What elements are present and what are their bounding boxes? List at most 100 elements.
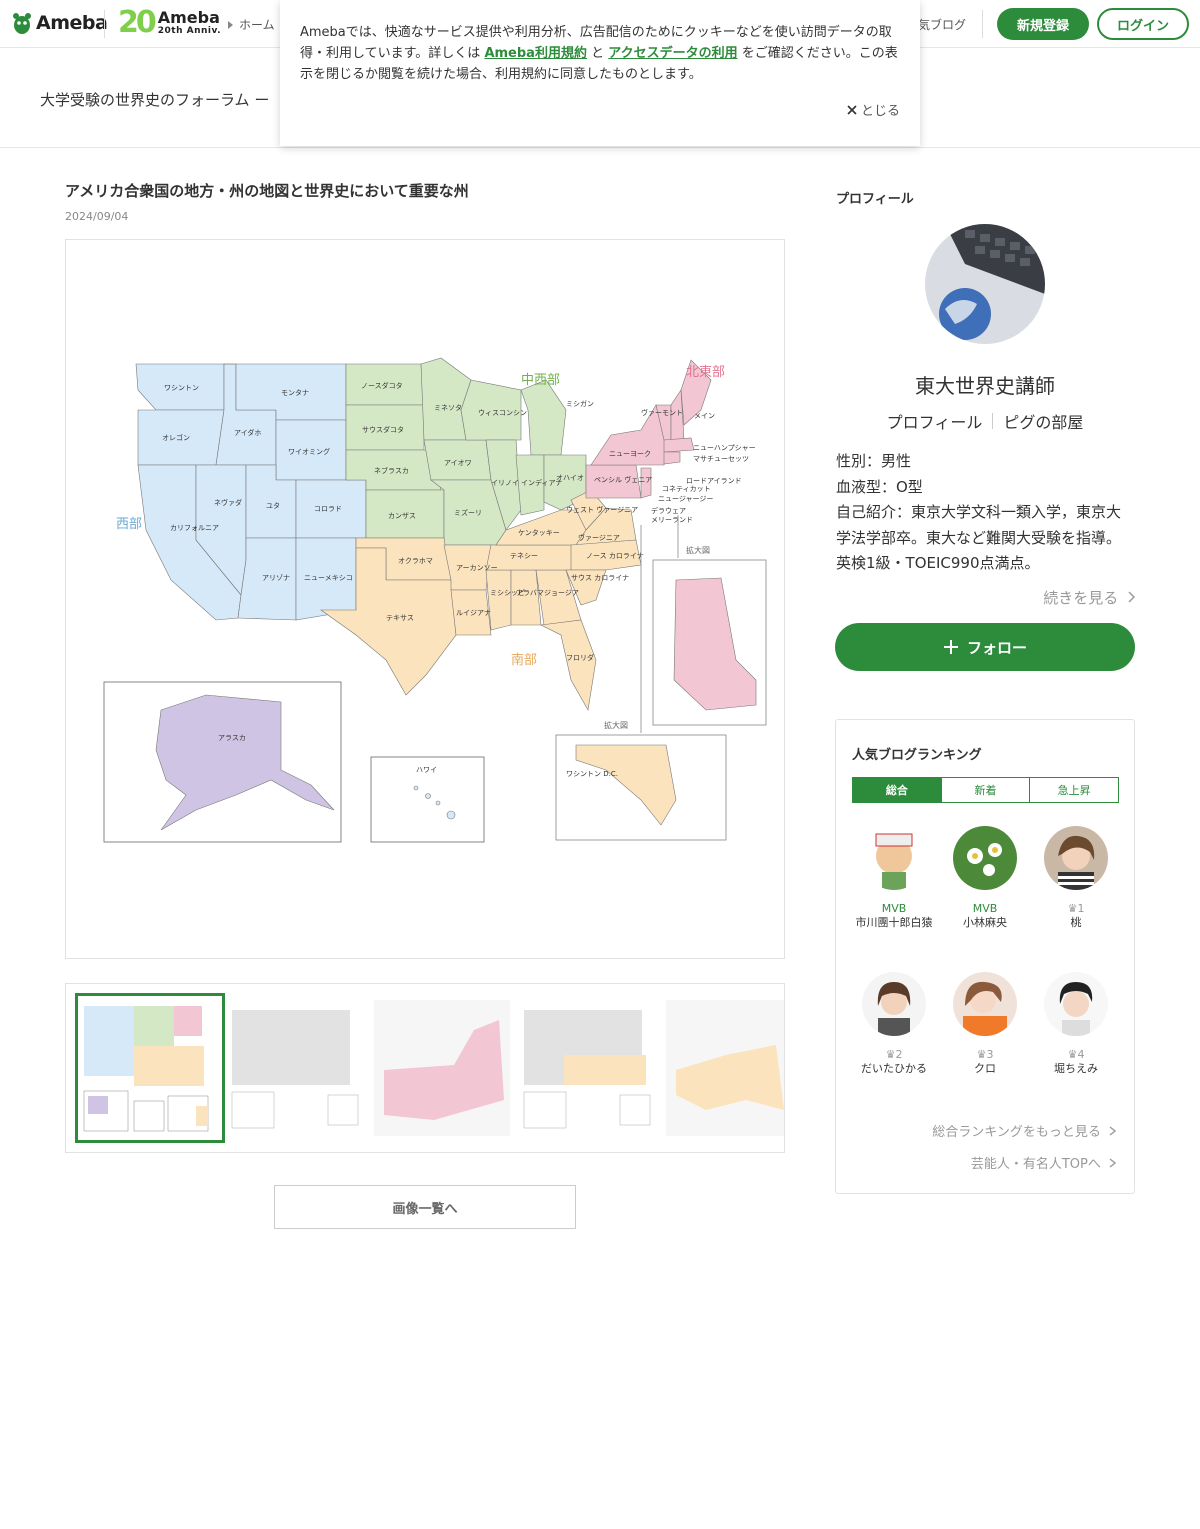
rank-number: 2: [895, 1048, 903, 1061]
state-massachusetts: [663, 437, 695, 453]
us-regions-map: 西部 中西部 北東部 南部 ワシントン オレゴン カリフォルニア アイダホ ネヴ…: [103, 357, 767, 843]
label-louisiana: ルイジアナ: [456, 609, 491, 617]
label-massachusetts: マサチューセッツ: [693, 455, 749, 463]
celebrity-top-label: 芸能人・有名人TOPへ: [970, 1157, 1101, 1172]
profile-links: プロフィール ピグの部屋: [835, 409, 1135, 433]
blog-title[interactable]: 大学受験の世界史のフォーラム ー: [40, 89, 269, 110]
profile-more-link[interactable]: 続きを見る: [835, 587, 1136, 608]
state-mississippi: [485, 569, 512, 631]
label-colorado: コロラド: [314, 505, 342, 513]
state-michigan: [520, 379, 567, 456]
ranking-item[interactable]: ♛3 クロ: [945, 972, 1025, 1076]
label-montana: モンタナ: [281, 388, 309, 397]
more-ranking-link[interactable]: 総合ランキングをもっと見る: [932, 1121, 1117, 1140]
login-button[interactable]: ログイン: [1097, 8, 1189, 40]
label-newmexico: ニューメキシコ: [304, 574, 353, 582]
thumbnail-5[interactable]: [666, 1000, 784, 1136]
rank-name: 堀ちえみ: [1054, 1062, 1098, 1075]
label-nebraska: ネブラスカ: [374, 466, 409, 475]
region-label-midwest: 中西部: [521, 373, 560, 388]
image-list-button[interactable]: 画像一覧へ: [274, 1185, 576, 1229]
profile-avatar[interactable]: [925, 224, 1045, 344]
tab-overall[interactable]: 総合: [853, 778, 941, 802]
profile-link[interactable]: プロフィール: [887, 409, 983, 433]
person-avatar-icon: [1044, 826, 1108, 890]
rank-name: 小林麻央: [963, 916, 1007, 929]
rank-badge: ♛1: [1036, 902, 1116, 916]
entry-title: アメリカ合衆国の地方・州の地図と世界史において重要な州: [65, 182, 469, 200]
label-tennessee: テネシー: [510, 552, 538, 560]
ranking-item[interactable]: ♛2 だいたひかる: [854, 972, 934, 1076]
rank-name: クロ: [974, 1062, 996, 1075]
ameba-mascot-icon: [13, 13, 31, 34]
label-kentucky: ケンタッキー: [518, 528, 560, 537]
ranking-item[interactable]: ♛4 堀ちえみ: [1036, 972, 1116, 1076]
thumbnail-2[interactable]: [228, 1000, 364, 1136]
thumbnail-4[interactable]: [520, 1000, 656, 1136]
breadcrumb-home[interactable]: ホーム: [239, 16, 275, 33]
label-rhodeisland: ロードアイランド: [686, 477, 742, 485]
label-virginia: ヴァージニア: [578, 533, 620, 542]
state-connecticut: [663, 451, 681, 465]
access-data-link[interactable]: アクセスデータの利用: [608, 46, 737, 61]
label-newjersey: ニュージャージー: [658, 495, 713, 503]
ranking-item[interactable]: MVB 市川團十郎白猿: [854, 826, 934, 930]
label-delaware: デラウェア: [651, 506, 686, 515]
label-northdakota: ノースダコタ: [361, 381, 403, 390]
label-nevada: ネヴァダ: [214, 498, 242, 507]
follow-button[interactable]: フォロー: [835, 623, 1135, 671]
tab-rising[interactable]: 急上昇: [1029, 778, 1118, 802]
region-label-northeast: 北東部: [686, 364, 725, 380]
crown-icon: ♛: [976, 1048, 987, 1061]
state-florida: [539, 619, 597, 711]
nav-blog-link[interactable]: 気ブログ: [918, 16, 966, 33]
profile-more-label: 続きを見る: [1043, 589, 1119, 607]
label-newyork: ニューヨーク: [609, 450, 651, 458]
label-arkansas: アーカンソー: [456, 564, 498, 572]
profile-heading: プロフィール: [836, 192, 914, 207]
register-button[interactable]: 新規登録: [997, 8, 1089, 40]
ranking-item[interactable]: MVB 小林麻央: [945, 826, 1025, 930]
cookie-text: Amebaでは、快適なサービス提供や利用分析、広告配信のためにクッキーなどを使い…: [300, 22, 900, 85]
label-hawaii: ハワイ: [416, 766, 437, 774]
label-georgia: ジョージア: [544, 589, 579, 597]
avatar: [953, 826, 1017, 890]
person-avatar-icon: [1044, 972, 1108, 1036]
image-thumbnails: [65, 983, 785, 1153]
label-utah: ユタ: [266, 501, 280, 510]
celebrity-top-link[interactable]: 芸能人・有名人TOPへ: [970, 1153, 1117, 1172]
ranking-panel: 人気ブログランキング 総合 新着 急上昇 MVB 市川團十郎白猿 MVB 小林麻…: [835, 719, 1135, 1194]
thumbnail-1[interactable]: [75, 993, 225, 1143]
ameba-logo[interactable]: Ameba: [12, 11, 108, 35]
anniversary-logo[interactable]: 20 Ameba 20th Anniv.: [118, 8, 221, 38]
label-minnesota: ミネソタ: [434, 403, 462, 412]
plus-icon: [943, 640, 958, 654]
label-maryland: メリーランド: [651, 516, 693, 524]
chevron-right-icon: [1109, 1126, 1117, 1136]
crown-icon: ♛: [1067, 902, 1078, 915]
divider: [982, 10, 983, 38]
label-arizona: アリゾナ: [262, 574, 290, 582]
pigg-room-link[interactable]: ピグの部屋: [1003, 409, 1083, 433]
label-westvirginia: ウェスト ヴァージニア: [566, 505, 638, 514]
label-southcarolina: サウス カロライナ: [571, 574, 629, 582]
label-newhampshire: ニューハンプシャー: [693, 444, 756, 452]
thumbnail-3[interactable]: [374, 1000, 510, 1136]
label-michigan: ミシガン: [566, 399, 594, 408]
cookie-close-button[interactable]: とじる: [847, 100, 900, 119]
rank-badge: ♛3: [945, 1048, 1025, 1062]
close-icon: [847, 104, 857, 115]
rank-badge: ♛4: [1036, 1048, 1116, 1062]
rank-name: 市川團十郎白猿: [855, 916, 933, 929]
thumb-map-icon: [78, 996, 222, 1140]
label-alabama: アラバマ: [516, 589, 544, 597]
rank-number: 1: [1077, 902, 1085, 915]
logo-text: Ameba: [36, 12, 108, 34]
thumb-map-icon: [520, 1000, 656, 1136]
main-image[interactable]: 西部 中西部 北東部 南部 ワシントン オレゴン カリフォルニア アイダホ ネヴ…: [65, 239, 785, 959]
cookie-close-label: とじる: [860, 104, 900, 119]
terms-link[interactable]: Ameba利用規約: [484, 46, 587, 61]
tab-new[interactable]: 新着: [940, 778, 1030, 802]
keyboard-globe-icon: [925, 224, 1045, 344]
ranking-item[interactable]: ♛1 桃: [1036, 826, 1116, 930]
